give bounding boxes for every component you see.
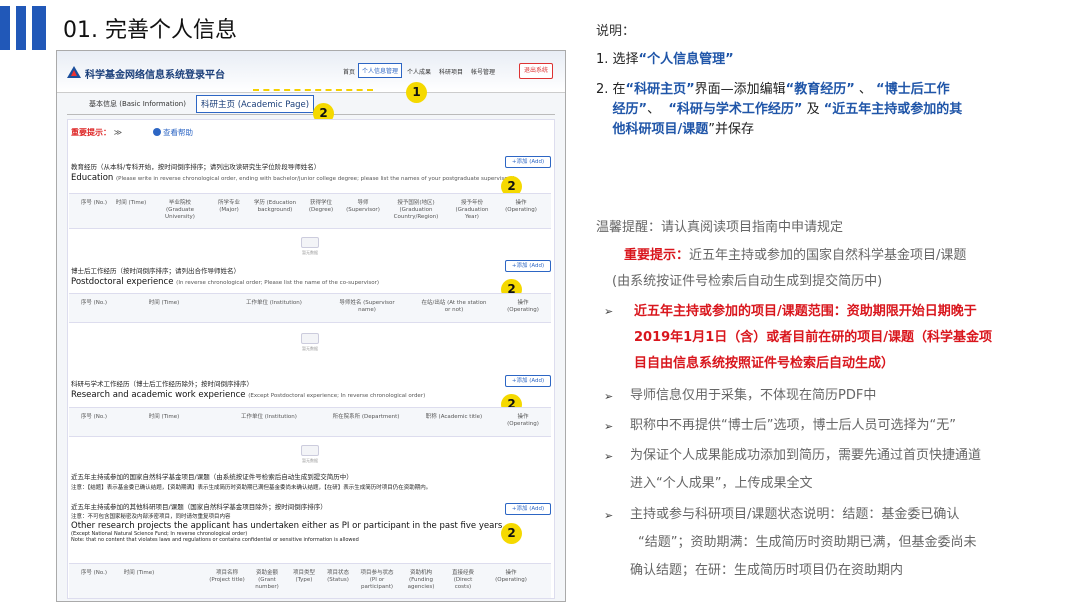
bullet-1-line-2: 2019年1月1日（含）或者目前在研的项目/课题（科学基金项 xyxy=(634,330,993,345)
step-1: 1. 选择“个人信息管理” xyxy=(596,52,734,67)
other-projects-table-header: 序号 (No.) 时间 (Time) 项目名称 (Project title) … xyxy=(69,563,551,599)
education-table-header: 序号 (No.) 时间 (Time) 毕业院校 (Graduate Univer… xyxy=(69,193,551,229)
bullet-2: 导师信息仅用于采集，不体现在简历PDF中 xyxy=(630,388,877,403)
tab-bar: 基本信息 (Basic Information) 科研主页 (Academic … xyxy=(67,95,555,115)
postdoc-no-data: 暂无数据 xyxy=(297,333,323,352)
add-education-button[interactable]: +添加 (Add) xyxy=(505,156,551,168)
bullet-1-line-1: 近五年主持或参加的项目/课题范围：资助期限开始日期晚于 xyxy=(634,304,977,319)
important-note: 重要提示：近五年主持或参加的国家自然科学基金项目/课题 xyxy=(624,248,967,263)
research-no-data: 暂无数据 xyxy=(297,445,323,464)
empty-box-icon xyxy=(301,445,319,456)
step-2: 2. 在“科研主页”界面—添加编辑“教育经历” 、 “博士后工作 经历”、 “科… xyxy=(596,82,963,137)
arrow-icon: ➢ xyxy=(604,305,614,318)
section-nsfc-projects: 近五年主持或参加的国家自然科学基金项目/课题（由系统按证件号检索后自动生成到提交… xyxy=(71,473,432,491)
info-icon xyxy=(153,128,161,136)
section-education: 教育经历（从本科/专科开始，按时间倒序排序；请列出攻读研究生学位阶段导师姓名） … xyxy=(71,163,515,183)
section-other-projects: 近五年主持或参加的其他科研项目/课题（国家自然科学基金项目除外；按时间倒序排序）… xyxy=(71,503,505,543)
arrow-icon: ➢ xyxy=(604,509,614,522)
nav-account[interactable]: 帐号管理 xyxy=(471,67,495,76)
panel-heading: 说明： xyxy=(596,24,636,39)
section-postdoc: 博士后工作经历（按时间倒序排序；请列出合作导师姓名） Postdoctoral … xyxy=(71,267,380,287)
bullet-3: 职称中不再提供“博士后”选项，博士后人员可选择为“无” xyxy=(630,418,956,433)
nav-projects[interactable]: 科研项目 xyxy=(439,67,463,76)
bullet-5-line-2: “结题”；资助期满：生成简历时资助期已满，但基金委尚未 xyxy=(638,535,977,550)
callout-badge-1: 1 xyxy=(406,82,427,103)
arrow-icon: ➢ xyxy=(604,450,614,463)
chevron-down-icon[interactable]: ≫ xyxy=(114,128,122,137)
bullet-5-line-1: 主持或参与科研项目/课题状态说明：结题：基金委已确认 xyxy=(630,507,960,522)
bullet-1-line-3: 目自由信息系统按照证件号检索后自动生成） xyxy=(634,356,895,371)
slide-title: 01. 完善个人信息 xyxy=(63,18,237,43)
tab-academic-page[interactable]: 科研主页 (Academic Page) xyxy=(196,95,315,113)
research-table-header: 序号 (No.) 时间 (Time) 工作单位 (Institution) 所在… xyxy=(69,407,551,437)
logo-icon xyxy=(67,66,81,78)
callout-badge-other: 2 xyxy=(501,523,522,544)
arrow-icon: ➢ xyxy=(604,420,614,433)
exit-button[interactable]: 退出系统 xyxy=(519,63,553,79)
bullet-4-line-2: 进入“个人成果”，上传成果全文 xyxy=(630,476,813,491)
nav-home[interactable]: 首页 xyxy=(343,67,355,76)
empty-box-icon xyxy=(301,333,319,344)
system-screenshot: 科学基金网络信息系统登录平台 首页 个人信息管理 个人成果 科研项目 帐号管理 … xyxy=(56,50,566,602)
top-bar: 科学基金网络信息系统登录平台 首页 个人信息管理 个人成果 科研项目 帐号管理 … xyxy=(57,51,565,93)
nav-achievements[interactable]: 个人成果 xyxy=(407,67,431,76)
empty-box-icon xyxy=(301,237,319,248)
tab-basic-info[interactable]: 基本信息 (Basic Information) xyxy=(89,99,186,109)
education-no-data: 暂无数据 xyxy=(297,237,323,256)
bullet-5-line-3: 确认结题；在研：生成简历时项目仍在资助期内 xyxy=(630,563,904,578)
notice-label: 重要提示： ≫ xyxy=(71,128,123,137)
important-note-2: (由系统按证件号检索后自动生成到提交简历中) xyxy=(612,274,883,289)
bullet-4-line-1: 为保证个人成果能成功添加到简历，需要先通过首页快捷通道 xyxy=(630,448,982,463)
arrow-icon: ➢ xyxy=(604,390,614,403)
add-other-project-button[interactable]: +添加 (Add) xyxy=(505,503,551,515)
help-link[interactable]: 查看帮助 xyxy=(153,127,193,138)
brand-name: 科学基金网络信息系统登录平台 xyxy=(85,70,225,81)
add-research-button[interactable]: +添加 (Add) xyxy=(505,375,551,387)
tip-text: 温馨提醒：请认真阅读项目指南中申请规定 xyxy=(596,220,844,235)
nav-personal-info[interactable]: 个人信息管理 xyxy=(358,63,403,78)
postdoc-table-header: 序号 (No.) 时间 (Time) 工作单位 (Institution) 导师… xyxy=(69,293,551,323)
section-research: 科研与学术工作经历（博士后工作经历除外；按时间倒序排序） Research an… xyxy=(71,380,426,400)
callout-line xyxy=(253,89,373,91)
add-postdoc-button[interactable]: +添加 (Add) xyxy=(505,260,551,272)
